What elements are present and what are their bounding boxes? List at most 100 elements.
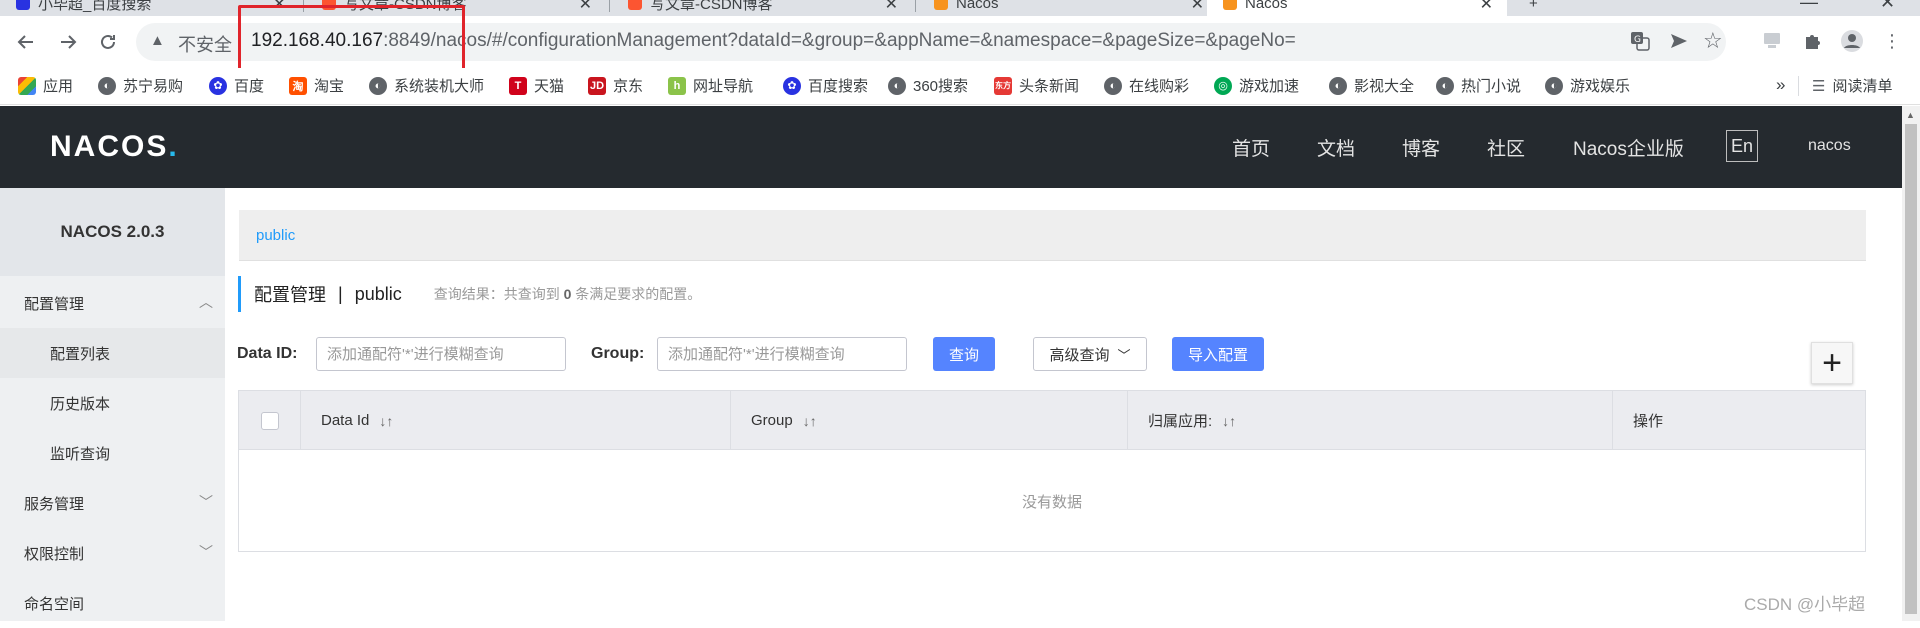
nacos-favicon-icon [934, 0, 948, 10]
url-text[interactable]: 192.168.40.167:8849/nacos/#/configuratio… [251, 30, 1296, 52]
column-header-dataid[interactable]: Data Id ↓↑ [301, 391, 731, 450]
column-label: Data Id [321, 412, 370, 429]
tab-title: 写文章-CSDN博客 [344, 0, 467, 13]
page-scrollbar[interactable]: ▲ [1902, 106, 1920, 621]
bookmark-item[interactable]: ◐ 360搜索 [888, 75, 968, 96]
nav-enterprise[interactable]: Nacos企业版 [1573, 134, 1684, 161]
bookmark-item[interactable]: 东方 头条新闻 [994, 75, 1079, 96]
bookmark-item[interactable]: T 天猫 [509, 75, 564, 96]
bookmark-item[interactable]: h 网址导航 [668, 75, 753, 96]
jd-icon: JD [588, 76, 606, 95]
browser-tab-4[interactable]: Nacos ✕ [918, 0, 1218, 16]
browser-tab-1[interactable]: 小毕超_百度搜索 ✕ [0, 0, 300, 16]
bookmark-item[interactable]: ◐ 游戏娱乐 [1545, 75, 1630, 96]
baidu-paw-icon: ✿ [783, 76, 801, 95]
nav-community[interactable]: 社区 [1487, 134, 1525, 161]
sidebar-item-service-management[interactable]: 服务管理 ﹀ [0, 478, 225, 528]
add-config-button[interactable]: + [1811, 342, 1853, 384]
taobao-icon: 淘 [289, 76, 307, 95]
extension-monitor-icon[interactable] [1761, 29, 1785, 53]
sidebar-item-config-management[interactable]: 配置管理 ︿ [0, 278, 225, 328]
sidebar-item-access-control[interactable]: 权限控制 ﹀ [0, 528, 225, 578]
column-header-group[interactable]: Group ↓↑ [731, 391, 1128, 450]
page-title-text: 配置管理 [254, 285, 326, 305]
language-toggle-button[interactable]: En [1726, 130, 1758, 162]
sidebar-item-config-list[interactable]: 配置列表 [0, 328, 225, 378]
bookmarks-overflow-button[interactable]: » [1776, 75, 1785, 95]
bookmark-item[interactable]: ◐ 苏宁易购 [98, 75, 183, 96]
nacos-logo[interactable]: NACOS. [50, 130, 179, 164]
browser-tab-2[interactable]: 写文章-CSDN博客 ✕ [306, 0, 606, 16]
reading-list-button[interactable]: ☰ 阅读清单 [1812, 75, 1892, 96]
profile-avatar-icon[interactable] [1840, 29, 1864, 53]
translate-icon[interactable]: G [1630, 31, 1650, 56]
browser-tab-3[interactable]: 写文章-CSDN博客 ✕ [612, 0, 912, 16]
reload-icon[interactable] [94, 28, 122, 56]
bookmark-label: 影视大全 [1354, 78, 1415, 95]
url-path: :8849/nacos/#/configurationManagement?da… [383, 30, 1296, 51]
browser-tab-5-active[interactable]: Nacos ✕ [1207, 0, 1507, 16]
bookmark-label: 系统装机大师 [394, 78, 485, 95]
bookmark-item[interactable]: 淘淘宝 [289, 75, 344, 96]
nacos-favicon-icon [1223, 0, 1237, 10]
advanced-query-button[interactable]: 高级查询 ﹀ [1033, 337, 1147, 371]
namespace-public-link[interactable]: public [256, 227, 295, 244]
scrollbar-thumb[interactable] [1905, 124, 1917, 614]
logo-dot: . [168, 130, 179, 163]
scroll-up-arrow-icon[interactable]: ▲ [1906, 110, 1915, 120]
close-tab-icon[interactable]: ✕ [579, 0, 592, 14]
close-window-icon[interactable]: ✕ [1880, 0, 1895, 13]
address-bar[interactable]: ▲ 不安全 192.168.40.167:8849/nacos/#/config… [136, 23, 1726, 61]
import-config-button[interactable]: 导入配置 [1172, 337, 1264, 371]
sidebar-item-listener-query[interactable]: 监听查询 [0, 428, 225, 478]
sidebar-title: NACOS 2.0.3 [0, 188, 225, 276]
column-label: 归属应用: [1148, 413, 1213, 430]
bookmark-item[interactable]: 应用 [18, 75, 73, 96]
group-search-input[interactable] [657, 337, 907, 371]
user-menu[interactable]: nacos [1808, 137, 1851, 155]
new-tab-button[interactable]: + [1517, 0, 1557, 16]
title-separator: | [338, 283, 343, 304]
send-icon[interactable] [1669, 31, 1689, 56]
nav-docs[interactable]: 文档 [1317, 134, 1355, 161]
game-speed-icon: ◎ [1214, 76, 1232, 95]
bookmark-item[interactable]: ◐ 系统装机大师 [369, 75, 484, 96]
bookmark-star-icon[interactable]: ☆ [1703, 28, 1723, 54]
extensions-puzzle-icon[interactable] [1801, 29, 1825, 53]
table-header: Data Id ↓↑ Group ↓↑ 归属应用: ↓↑ 操作 [239, 391, 1865, 450]
dataid-search-input[interactable] [316, 337, 566, 371]
query-button[interactable]: 查询 [933, 337, 995, 371]
tab-separator [609, 0, 610, 12]
nav-home[interactable]: 首页 [1232, 134, 1270, 161]
bookmark-item[interactable]: JD 京东 [588, 75, 643, 96]
security-label[interactable]: 不安全 [178, 31, 232, 57]
close-tab-icon[interactable]: ✕ [1480, 0, 1493, 14]
browser-menu-icon[interactable]: ⋮ [1880, 29, 1904, 53]
reading-list-icon: ☰ [1812, 77, 1826, 95]
url-host: 192.168.40.167 [251, 30, 384, 51]
sort-icon[interactable]: ↓↑ [1222, 413, 1236, 429]
bookmark-item[interactable]: ✿ 百度 [209, 75, 264, 96]
select-all-checkbox[interactable] [261, 411, 279, 430]
bookmark-item[interactable]: ✿ 百度搜索 [783, 75, 868, 96]
warning-triangle-icon[interactable]: ▲ [150, 32, 165, 49]
close-tab-icon[interactable]: ✕ [885, 0, 898, 14]
nav-blog[interactable]: 博客 [1402, 134, 1440, 161]
bookmark-label: 百度搜索 [808, 78, 869, 95]
csdn-favicon-icon [628, 0, 642, 10]
bookmark-item[interactable]: ◐ 热门小说 [1436, 75, 1521, 96]
sort-icon[interactable]: ↓↑ [379, 413, 393, 429]
bookmark-item[interactable]: ◐ 在线购彩 [1104, 75, 1189, 96]
bookmark-item[interactable]: ◐ 影视大全 [1329, 75, 1414, 96]
sort-icon[interactable]: ↓↑ [803, 413, 817, 429]
sidebar-item-history[interactable]: 历史版本 [0, 378, 225, 428]
column-header-app[interactable]: 归属应用: ↓↑ [1128, 391, 1613, 450]
close-tab-icon[interactable]: ✕ [1191, 0, 1204, 14]
minimize-icon[interactable]: — [1800, 0, 1818, 13]
forward-arrow-icon[interactable] [54, 28, 82, 56]
bookmark-label: 游戏加速 [1239, 78, 1300, 95]
close-tab-icon[interactable]: ✕ [273, 0, 286, 14]
globe-icon: ◐ [1436, 76, 1454, 95]
bookmark-item[interactable]: ◎ 游戏加速 [1214, 75, 1299, 96]
back-arrow-icon[interactable] [12, 28, 40, 56]
